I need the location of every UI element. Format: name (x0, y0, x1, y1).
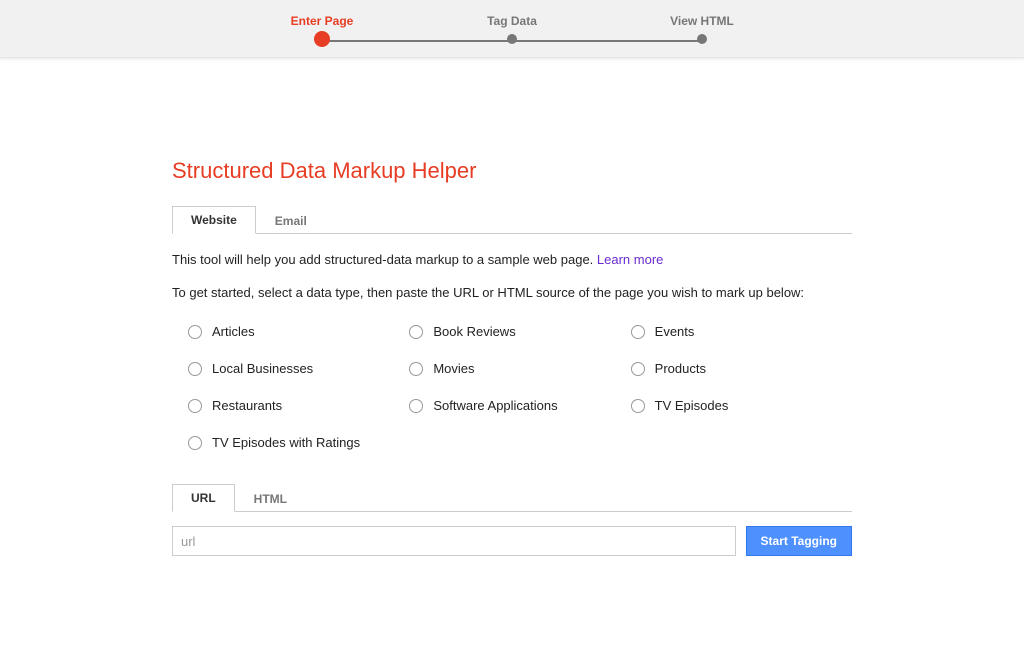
radio-local-businesses[interactable]: Local Businesses (188, 361, 409, 376)
radio-software-applications[interactable]: Software Applications (409, 398, 630, 413)
progress-step-dot-icon (697, 34, 707, 44)
radio-icon (409, 399, 423, 413)
progress-step-label: View HTML (670, 14, 734, 28)
url-input[interactable] (172, 526, 736, 556)
radio-articles[interactable]: Articles (188, 324, 409, 339)
radio-icon (188, 399, 202, 413)
source-tabstrip: URL HTML (172, 486, 852, 512)
learn-more-link[interactable]: Learn more (597, 252, 663, 267)
radio-label: Software Applications (433, 398, 557, 413)
radio-label: TV Episodes with Ratings (212, 435, 360, 450)
progress-header: Enter Page Tag Data View HTML (0, 0, 1024, 58)
page-title: Structured Data Markup Helper (172, 158, 852, 184)
progress-step-tag-data[interactable]: Tag Data (472, 14, 552, 47)
data-type-grid: Articles Book Reviews Events Local Busin… (172, 324, 852, 450)
radio-icon (188, 362, 202, 376)
progress-step-dot-icon (314, 31, 330, 47)
start-tagging-button[interactable]: Start Tagging (746, 526, 852, 556)
progress-step-label: Enter Page (291, 14, 354, 28)
radio-label: Movies (433, 361, 474, 376)
radio-book-reviews[interactable]: Book Reviews (409, 324, 630, 339)
progress-step-view-html[interactable]: View HTML (662, 14, 742, 47)
radio-movies[interactable]: Movies (409, 361, 630, 376)
tab-email[interactable]: Email (256, 207, 326, 234)
radio-label: Restaurants (212, 398, 282, 413)
radio-icon (409, 362, 423, 376)
radio-icon (188, 325, 202, 339)
intro-text: This tool will help you add structured-d… (172, 252, 852, 267)
radio-label: Articles (212, 324, 255, 339)
radio-label: Events (655, 324, 695, 339)
progress-step-enter-page[interactable]: Enter Page (282, 14, 362, 47)
main-container: Structured Data Markup Helper Website Em… (172, 158, 852, 556)
progress-step-label: Tag Data (487, 14, 537, 28)
tab-html[interactable]: HTML (235, 485, 306, 512)
radio-label: TV Episodes (655, 398, 729, 413)
radio-icon (631, 362, 645, 376)
radio-icon (188, 436, 202, 450)
radio-icon (631, 399, 645, 413)
radio-icon (631, 325, 645, 339)
instructions-text: To get started, select a data type, then… (172, 285, 852, 300)
radio-tv-episodes[interactable]: TV Episodes (631, 398, 852, 413)
radio-tv-episodes-ratings[interactable]: TV Episodes with Ratings (188, 435, 409, 450)
input-row: Start Tagging (172, 526, 852, 556)
radio-label: Products (655, 361, 706, 376)
tab-website[interactable]: Website (172, 206, 256, 234)
progress-step-dot-icon (507, 34, 517, 44)
content-type-tabstrip: Website Email (172, 208, 852, 234)
intro-body: This tool will help you add structured-d… (172, 252, 597, 267)
radio-icon (409, 325, 423, 339)
radio-label: Book Reviews (433, 324, 515, 339)
tab-url[interactable]: URL (172, 484, 235, 512)
radio-restaurants[interactable]: Restaurants (188, 398, 409, 413)
radio-label: Local Businesses (212, 361, 313, 376)
radio-events[interactable]: Events (631, 324, 852, 339)
radio-products[interactable]: Products (631, 361, 852, 376)
